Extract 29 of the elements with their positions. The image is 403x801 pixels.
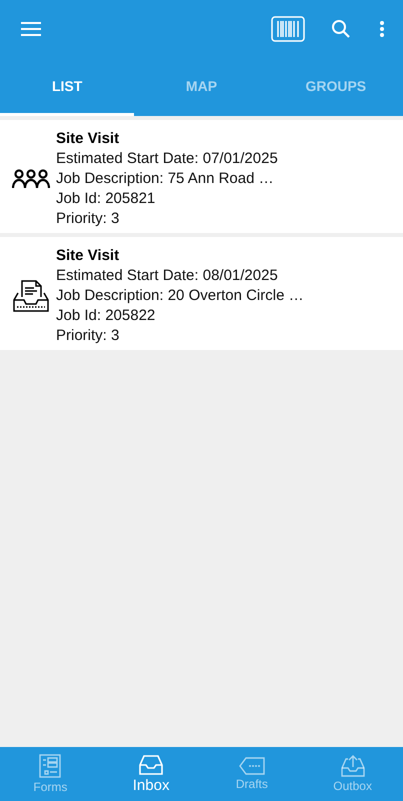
tray-icon — [139, 754, 164, 774]
job-title: Site Visit — [56, 247, 120, 264]
people-icon — [12, 168, 50, 190]
job-detail: Priority: 3 — [56, 210, 120, 227]
menu-icon — [20, 21, 42, 37]
job-card[interactable]: Site Visit Estimated Start Date: 08/01/2025 Job Description: 20 Overton Circle … Job Id: 205822 Priority: 3 — [0, 237, 403, 350]
nav-tab[interactable]: Forms — [0, 747, 101, 801]
nav-tab[interactable]: Drafts — [202, 747, 302, 801]
more-icon — [379, 20, 385, 38]
job-detail: Estimated Start Date: 08/01/2025 — [56, 267, 279, 284]
nav-tab[interactable]: Inbox — [100, 747, 202, 801]
tab[interactable]: LIST — [0, 58, 134, 116]
job-detail: Estimated Start Date: 07/01/2025 — [56, 150, 278, 167]
nav-tab[interactable]: Outbox — [302, 747, 403, 801]
barcode-icon — [271, 16, 305, 42]
job-detail: Job Id: 205821 — [56, 190, 156, 207]
job-detail: Job Description: 75 Ann Road … — [56, 170, 275, 187]
job-title: Site Visit — [56, 130, 120, 147]
document-tray-icon — [12, 278, 50, 312]
job-detail: Job Id: 205822 — [56, 307, 156, 324]
job-card[interactable]: Site Visit Estimated Start Date: 07/01/2025 Job Description: 75 Ann Road … Job Id: 205821 Priority: 3 — [0, 120, 403, 233]
outbox-icon — [340, 755, 365, 777]
search-icon — [331, 19, 351, 39]
tab[interactable]: GROUPS — [268, 58, 403, 116]
tab[interactable]: MAP — [134, 58, 269, 116]
job-detail: Priority: 3 — [56, 327, 120, 344]
job-detail: Job Description: 20 Overton Circle … — [56, 287, 304, 304]
tag-icon — [238, 757, 265, 775]
form-icon — [39, 754, 62, 778]
